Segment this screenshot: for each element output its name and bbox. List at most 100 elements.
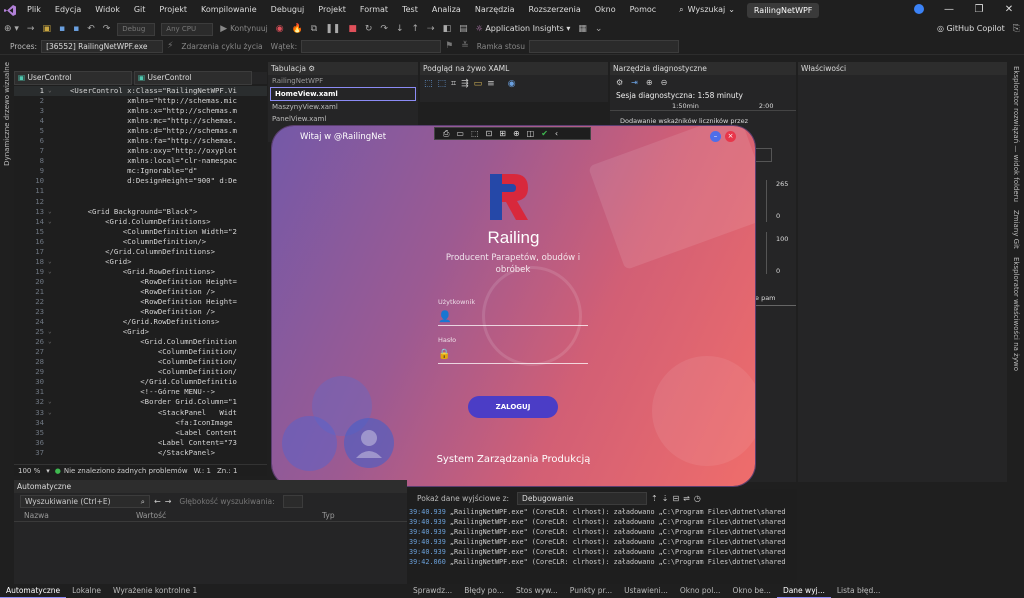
collapse-toolbar-icon[interactable]: ‹ <box>555 129 558 138</box>
menu-item[interactable]: Plik <box>20 0 48 20</box>
stack-frame-dropdown[interactable] <box>528 39 679 53</box>
fold-marker[interactable] <box>48 297 70 307</box>
breakpoint-icon[interactable]: ◧ <box>439 20 456 38</box>
copilot-button[interactable]: ◎ GitHub Copilot <box>933 20 1009 38</box>
fold-marker[interactable]: ⌄ <box>48 217 70 227</box>
attach-icon[interactable]: ◉ <box>272 20 288 38</box>
diag-select-tools-icon[interactable]: ⇥ <box>631 78 638 87</box>
code-area[interactable]: 1 ⌄ <UserControl x:Class="RailingNetWPF.Vi… <box>14 86 267 464</box>
output-lines[interactable]: 39:40.939 „RailingNetWPF.exe" (CoreCLR: … <box>407 507 797 567</box>
flag-icon[interactable]: ⚑ <box>441 37 457 55</box>
timestamp-icon[interactable]: ◷ <box>694 494 701 503</box>
fold-marker[interactable] <box>48 317 70 327</box>
forward-icon[interactable]: → <box>23 20 39 38</box>
fold-marker[interactable] <box>48 237 70 247</box>
fold-marker[interactable]: ⌄ <box>48 257 70 267</box>
track-focus-icon[interactable]: ⌗ <box>451 79 456 89</box>
fold-marker[interactable] <box>48 96 70 106</box>
fold-marker[interactable] <box>48 428 70 438</box>
tab-maszynyview[interactable]: MaszynyView.xaml <box>268 101 418 113</box>
ruler-icon[interactable]: ≡ <box>487 79 495 89</box>
process-dropdown[interactable]: [36552] RailingNetWPF.exe <box>41 39 164 53</box>
fold-marker[interactable] <box>48 438 70 448</box>
login-button[interactable]: ZALOGUJ <box>468 396 558 418</box>
restart-icon[interactable]: ↻ <box>361 20 377 38</box>
type-dropdown[interactable]: ▣ UserControl <box>14 71 132 85</box>
fold-marker[interactable] <box>48 247 70 257</box>
menu-item[interactable]: Pomoc <box>623 0 664 20</box>
app-insights-button[interactable]: ☼ Application Insights ▾ <box>472 20 575 38</box>
fold-marker[interactable] <box>48 307 70 317</box>
live-visual-tree-tab[interactable]: Dynamiczne drzewo wizualne <box>3 62 11 166</box>
bottom-tab[interactable]: Punkty pr... <box>564 584 618 597</box>
menu-item[interactable]: Analiza <box>425 0 468 20</box>
bottom-tab[interactable]: Lista błęd... <box>831 584 887 597</box>
menu-item[interactable]: Test <box>395 0 425 20</box>
save-all-icon[interactable]: ▪ <box>69 20 83 38</box>
fold-marker[interactable] <box>48 387 70 397</box>
hot-reload-status-icon[interactable]: ✔ <box>541 129 548 138</box>
bottom-tab[interactable]: Wyrażenie kontrolne 1 <box>107 584 203 597</box>
fold-marker[interactable] <box>48 377 70 387</box>
col-type[interactable]: Typ <box>322 511 335 520</box>
menu-item[interactable]: Widok <box>88 0 127 20</box>
copilot-status-icon[interactable] <box>904 0 934 20</box>
fold-marker[interactable] <box>48 227 70 237</box>
close-app-button[interactable]: × <box>725 131 736 142</box>
minimize-button[interactable]: — <box>934 0 964 20</box>
fold-marker[interactable] <box>48 277 70 287</box>
menu-item[interactable]: Projekt <box>311 0 353 20</box>
bottom-tab[interactable]: Błędy po... <box>458 584 510 597</box>
search-next-icon[interactable]: → <box>165 497 172 506</box>
bottom-tab[interactable]: Okno be... <box>726 584 777 597</box>
binding-icon[interactable]: ◫ <box>527 129 535 138</box>
find-next-icon[interactable]: ⇣ <box>662 494 669 503</box>
bottom-tab[interactable]: Stos wyw... <box>510 584 564 597</box>
fold-marker[interactable] <box>48 106 70 116</box>
tab-homeview[interactable]: HomeView.xaml <box>270 87 416 101</box>
fold-marker[interactable] <box>48 197 70 207</box>
menu-item[interactable]: Debuguj <box>264 0 312 20</box>
fold-marker[interactable] <box>48 357 70 367</box>
accessibility-icon[interactable]: ⊕ <box>513 129 520 138</box>
feedback-icon[interactable]: ⎘ <box>1009 20 1024 38</box>
close-button[interactable]: ✕ <box>994 0 1024 20</box>
depth-dropdown[interactable] <box>282 494 303 508</box>
tab-panelview[interactable]: PanelView.xaml <box>268 113 418 125</box>
select-element-icon[interactable]: ⬚ <box>424 79 433 89</box>
show-next-icon[interactable]: ⇢ <box>423 20 439 38</box>
lifecycle-icon[interactable]: ⚡ <box>163 37 177 55</box>
binding-icon[interactable]: ⇶ <box>461 79 469 89</box>
menu-item[interactable]: Kompilowanie <box>194 0 264 20</box>
back-icon[interactable]: ⊕ ▾ <box>0 20 23 38</box>
clear-all-icon[interactable]: ⊟ <box>672 494 679 503</box>
fold-marker[interactable] <box>48 448 70 458</box>
word-wrap-icon[interactable]: ⇌ <box>683 494 690 503</box>
lifecycle-label[interactable]: Zdarzenia cyklu życia <box>177 42 266 51</box>
username-field[interactable]: 👤 <box>438 308 588 324</box>
fold-marker[interactable]: ⌄ <box>48 207 70 217</box>
menu-item[interactable]: Narzędzia <box>468 0 522 20</box>
menu-item[interactable]: Projekt <box>152 0 194 20</box>
display-adorners-icon[interactable]: ⬚ <box>438 79 447 89</box>
extra-icon[interactable]: ▦ <box>574 20 591 38</box>
redo-icon[interactable]: ↷ <box>99 20 115 38</box>
overflow-icon[interactable]: ⌄ <box>591 20 607 38</box>
menu-item[interactable]: Okno <box>588 0 623 20</box>
settings-icon[interactable]: ⚙ <box>308 64 315 73</box>
save-icon[interactable]: ▪ <box>55 20 69 38</box>
visual-studio-logo-icon[interactable] <box>0 0 20 20</box>
col-value[interactable]: Wartość <box>136 511 322 520</box>
display-layout-icon[interactable]: ⊡ <box>486 129 493 138</box>
menu-item[interactable]: Edycja <box>48 0 88 20</box>
autos-search-input[interactable]: Wyszukiwanie (Ctrl+E) ⌕ <box>20 494 150 508</box>
minimize-app-button[interactable]: – <box>710 131 721 142</box>
continue-button[interactable]: ▶ Kontynuuj <box>216 20 271 38</box>
new-file-icon[interactable]: ▣ <box>38 20 55 38</box>
menu-item[interactable]: Rozszerzenia <box>522 0 588 20</box>
diag-memory-tab[interactable]: e pam <box>755 294 796 306</box>
bottom-tab[interactable]: Dane wyj... <box>776 584 831 598</box>
fold-marker[interactable] <box>48 126 70 136</box>
menu-item[interactable]: Git <box>127 0 153 20</box>
stop-icon[interactable]: ■ <box>344 20 361 38</box>
